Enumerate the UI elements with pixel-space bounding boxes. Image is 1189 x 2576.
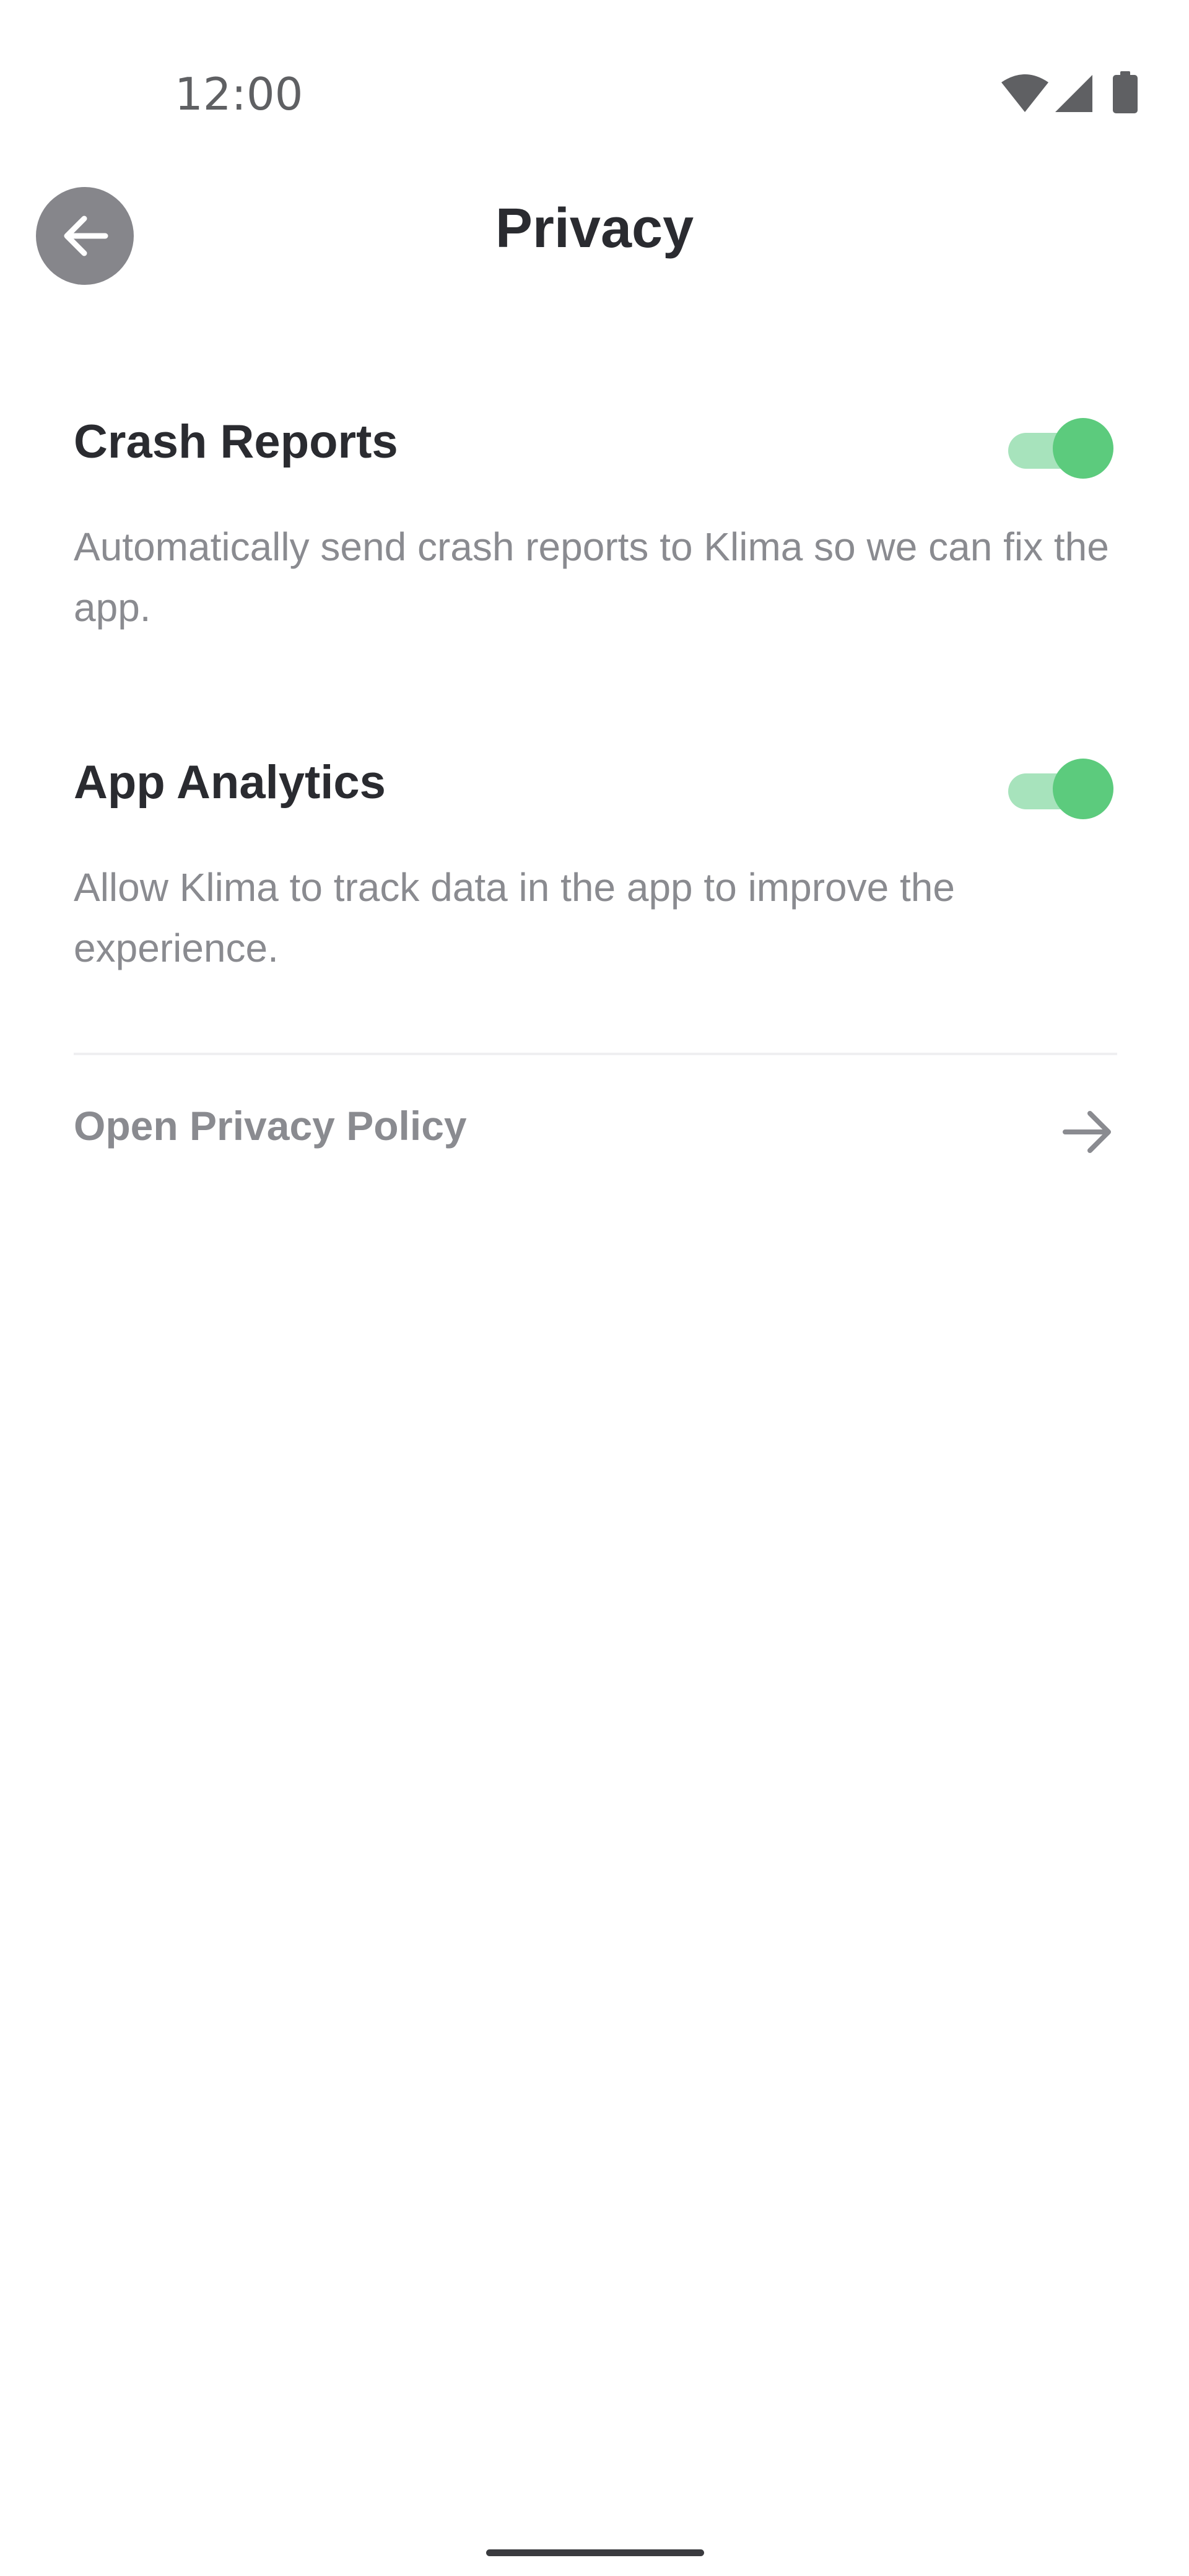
crash-reports-title: Crash Reports [74, 416, 398, 468]
status-icons [1000, 71, 1143, 115]
app-analytics-description: Allow Klima to track data in the app to … [74, 865, 955, 970]
cellular-signal-icon [1055, 75, 1092, 112]
home-indicator[interactable] [486, 2549, 704, 2556]
crash-reports-toggle[interactable] [1008, 417, 1115, 479]
wifi-icon [1001, 74, 1048, 112]
open-privacy-policy-label: Open Privacy Policy [74, 1103, 467, 1149]
toggle-thumb [1053, 418, 1113, 479]
crash-reports-description: Automatically send crash reports to Klim… [74, 524, 1109, 630]
status-time: 12:00 [175, 68, 303, 120]
app-analytics-title: App Analytics [74, 756, 386, 809]
status-bar: 12:00 [0, 0, 1189, 186]
app-analytics-toggle[interactable] [1008, 757, 1115, 819]
divider [74, 1053, 1117, 1055]
page-title: Privacy [495, 198, 694, 259]
arrow-right-icon [1063, 1111, 1111, 1153]
battery-icon [1113, 71, 1138, 113]
open-privacy-policy-row[interactable]: Open Privacy Policy [74, 1090, 1117, 1177]
toggle-thumb [1053, 759, 1113, 819]
